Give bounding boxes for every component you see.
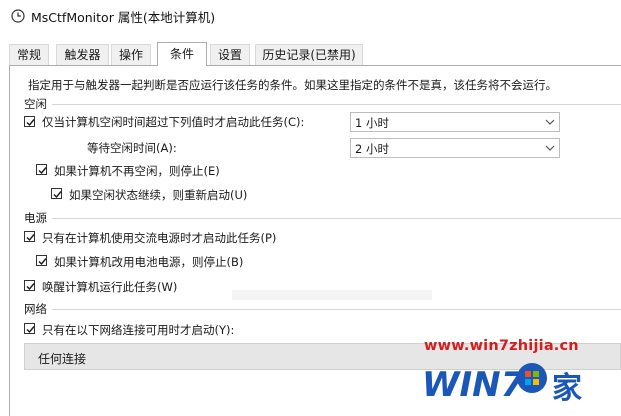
- stop-if-not-idle-label: 如果计算机不再空闲，则停止(E): [54, 164, 220, 178]
- network-connection-value: 任何连接: [38, 352, 87, 366]
- stop-on-battery-label: 如果计算机改用电池电源，则停止(B): [54, 255, 244, 269]
- wait-idle-label: 等待空闲时间(A):: [87, 141, 177, 155]
- checkmark-icon: [38, 167, 47, 175]
- network-only-label: 只有在以下网络连接可用时才启动(Y):: [42, 323, 235, 337]
- chevron-down-icon: [545, 145, 555, 151]
- tab-triggers[interactable]: 触发器: [56, 44, 109, 65]
- ac-power-only-label: 只有在计算机使用交流电源时才启动此任务(P): [42, 231, 277, 245]
- network-group-label: 网络: [24, 302, 47, 316]
- start-if-idle-checkbox[interactable]: [24, 116, 35, 127]
- watermark-url: www.win7zhijia.cn: [424, 338, 579, 354]
- svg-text:WIN7: WIN7: [422, 365, 525, 405]
- network-only-checkbox[interactable]: [24, 323, 35, 334]
- wait-idle-value: 2 小时: [355, 142, 389, 156]
- conditions-description: 指定用于与触发器一起判断是否应运行该任务的条件。如果这里指定的条件不是真，该任务…: [28, 78, 557, 92]
- svg-text:家: 家: [552, 371, 582, 406]
- wake-computer-label: 唤醒计算机运行此任务(W): [42, 280, 178, 294]
- window-title: MsCtfMonitor 属性(本地计算机): [31, 10, 216, 25]
- idle-group-divider: [52, 104, 621, 105]
- idle-time-value: 1 小时: [355, 116, 389, 130]
- tab-history[interactable]: 历史记录(已禁用): [255, 44, 363, 65]
- power-group-label: 电源: [24, 211, 47, 225]
- checkmark-icon: [26, 326, 35, 334]
- tab-general[interactable]: 常规: [9, 44, 49, 65]
- tab-settings[interactable]: 设置: [210, 44, 250, 65]
- restart-if-idle-checkbox[interactable]: [51, 188, 62, 199]
- tab-conditions[interactable]: 条件: [157, 42, 207, 66]
- idle-time-select[interactable]: 1 小时: [350, 112, 560, 132]
- restart-if-idle-label: 如果空闲状态继续，则重新启动(U): [69, 188, 248, 202]
- checkmark-icon: [26, 234, 35, 242]
- wait-idle-select[interactable]: 2 小时: [350, 138, 560, 158]
- checkmark-icon: [38, 258, 47, 266]
- tab-actions[interactable]: 操作: [111, 44, 151, 65]
- chevron-down-icon: [545, 119, 555, 125]
- idle-group-label: 空闲: [24, 97, 47, 111]
- clock-icon: [11, 9, 25, 23]
- win7-logo-icon: WIN7 家: [422, 363, 582, 406]
- power-group-divider: [52, 218, 621, 219]
- wake-computer-checkbox[interactable]: [24, 280, 35, 291]
- checkmark-icon: [53, 191, 62, 199]
- checkmark-icon: [26, 283, 35, 291]
- stop-on-battery-checkbox[interactable]: [36, 255, 47, 266]
- blurred-region: [232, 290, 432, 300]
- stop-if-not-idle-checkbox[interactable]: [36, 164, 47, 175]
- start-if-idle-label: 仅当计算机空闲时间超过下列值时才启动此任务(C):: [42, 115, 305, 129]
- tab-strip: 常规 触发器 操作 条件 设置 历史记录(已禁用): [0, 42, 621, 66]
- checkmark-icon: [26, 119, 35, 127]
- watermark: www.win7zhijia.cn WIN7 家: [418, 338, 618, 410]
- ac-power-only-checkbox[interactable]: [24, 231, 35, 242]
- network-group-divider: [52, 309, 621, 310]
- title-bar: MsCtfMonitor 属性(本地计算机): [0, 0, 621, 32]
